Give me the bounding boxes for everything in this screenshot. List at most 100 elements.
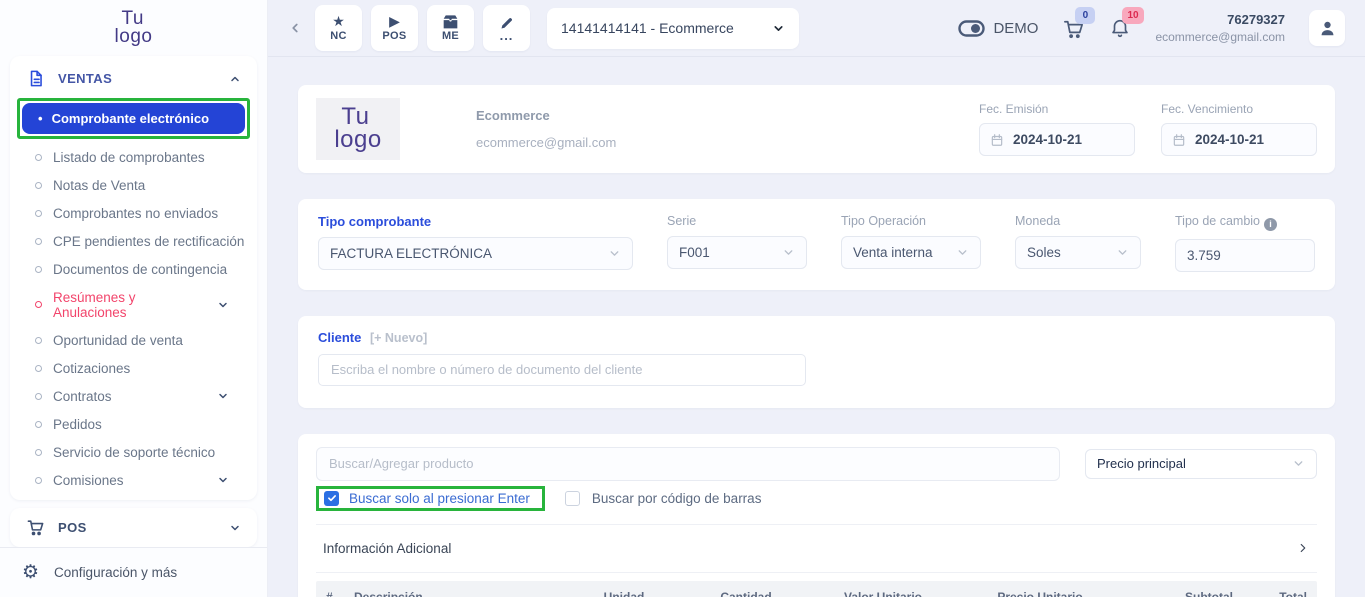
tipo-operacion-value: Venta interna xyxy=(853,245,933,260)
chevron-down-icon[interactable] xyxy=(217,299,229,311)
demo-toggle[interactable]: DEMO xyxy=(958,20,1038,37)
company-select[interactable]: 14141414141 - Ecommerce xyxy=(547,8,799,49)
chevron-up-icon[interactable] xyxy=(229,73,241,85)
sidebar-item-notas-de-venta[interactable]: Notas de Venta xyxy=(10,171,257,199)
chevron-down-icon xyxy=(1116,246,1129,259)
chevron-right-icon xyxy=(1296,541,1310,555)
company-email: ecommerce@gmail.com xyxy=(476,135,616,150)
column-header: Unidad xyxy=(563,590,685,597)
sidebar-item-label: Documentos de contingencia xyxy=(53,262,227,277)
due-date-field: Fec. Vencimiento 2024-10-21 xyxy=(1161,102,1317,156)
sidebar-item-documentos-contingencia[interactable]: Documentos de contingencia xyxy=(10,255,257,283)
sidebar-item-label: Cotizaciones xyxy=(53,361,130,376)
emission-date-field: Fec. Emisión 2024-10-21 xyxy=(979,102,1135,156)
chevron-down-icon xyxy=(608,247,621,260)
sidebar-section-label: VENTAS xyxy=(58,71,112,86)
user-email: ecommerce@gmail.com xyxy=(1155,29,1285,45)
sidebar-item-label: Configuración y más xyxy=(54,565,177,580)
sidebar-item-label: Pedidos xyxy=(53,417,102,432)
chevron-down-icon xyxy=(772,22,785,35)
circle-bullet-icon xyxy=(35,449,42,456)
sidebar-item-label: Oportunidad de venta xyxy=(53,333,183,348)
company-select-value: 14141414141 - Ecommerce xyxy=(561,20,734,36)
chevron-down-icon[interactable] xyxy=(229,522,241,534)
sidebar-item-comisiones[interactable]: Comisiones xyxy=(10,466,257,494)
barcode-search-checkbox[interactable] xyxy=(565,491,580,506)
search-options-row: Buscar solo al presionar Enter Buscar po… xyxy=(316,486,1317,511)
user-info: 76279327 ecommerce@gmail.com xyxy=(1155,11,1285,45)
back-chevron-button[interactable] xyxy=(288,21,302,35)
price-list-value: Precio principal xyxy=(1097,456,1186,471)
barcode-search-checkbox-label[interactable]: Buscar por código de barras xyxy=(592,491,762,506)
nc-button[interactable]: ★ NC xyxy=(315,5,362,51)
sidebar-item-label: CPE pendientes de rectificación xyxy=(53,234,244,249)
document-fields-card: Tipo comprobante FACTURA ELECTRÓNICA Ser… xyxy=(298,199,1335,290)
emission-date-input[interactable]: 2024-10-21 xyxy=(979,123,1135,156)
sidebar-item-cotizaciones[interactable]: Cotizaciones xyxy=(10,354,257,382)
emission-date-value: 2024-10-21 xyxy=(1013,132,1082,147)
sidebar-item-configuracion[interactable]: ⚙ Configuración y más xyxy=(0,547,267,597)
tipo-cambio-field: Tipo de cambioi xyxy=(1175,214,1315,272)
chevron-down-icon[interactable] xyxy=(217,474,229,486)
additional-info-row[interactable]: Información Adicional xyxy=(316,524,1317,573)
sidebar-item-contratos[interactable]: Contratos xyxy=(10,382,257,410)
logo-line2: logo xyxy=(115,28,153,46)
logo-line2: logo xyxy=(334,129,381,152)
sidebar-section-pos[interactable]: POS xyxy=(10,508,257,547)
sidebar-item-comprobantes-no-enviados[interactable]: Comprobantes no enviados xyxy=(10,199,257,227)
enter-search-checkbox[interactable] xyxy=(324,491,339,506)
due-date-input[interactable]: 2024-10-21 xyxy=(1161,123,1317,156)
moneda-select[interactable]: Soles xyxy=(1015,236,1141,269)
serie-select[interactable]: F001 xyxy=(667,236,807,269)
date-fields: Fec. Emisión 2024-10-21 Fec. Vencimiento… xyxy=(979,102,1317,156)
new-client-link[interactable]: [+ Nuevo] xyxy=(370,331,427,345)
app-logo[interactable]: Tu logo xyxy=(0,0,267,56)
cart-button[interactable]: 0 xyxy=(1062,17,1085,40)
sidebar-item-cpe-pendientes[interactable]: CPE pendientes de rectificación xyxy=(10,227,257,255)
sidebar-item-resumenes-anulaciones[interactable]: Resúmenes y Anulaciones xyxy=(10,283,257,326)
sidebar-item-pedidos[interactable]: Pedidos xyxy=(10,410,257,438)
sidebar-item-oportunidad-de-venta[interactable]: Oportunidad de venta xyxy=(10,326,257,354)
calendar-icon xyxy=(1172,133,1186,147)
circle-bullet-icon xyxy=(35,238,42,245)
sidebar-item-comprobante-electronico[interactable]: • Comprobante electrónico xyxy=(22,103,245,134)
sidebar-item-listado-de-comprobantes[interactable]: Listado de comprobantes xyxy=(10,143,257,171)
sidebar-item-label: Resúmenes y Anulaciones xyxy=(53,290,206,320)
moneda-value: Soles xyxy=(1027,245,1061,260)
bullet-icon: • xyxy=(38,111,43,126)
tipo-cambio-input[interactable] xyxy=(1175,239,1315,272)
product-search-row: Precio principal xyxy=(316,447,1317,481)
user-avatar-button[interactable] xyxy=(1309,10,1345,46)
pos-button[interactable]: ▶ POS xyxy=(371,5,418,51)
chevron-down-icon[interactable] xyxy=(217,390,229,402)
notifications-badge: 10 xyxy=(1122,7,1143,24)
topbar: ★ NC ▶ POS ME ... 14141414141 - Ecommerc… xyxy=(268,0,1365,57)
tipo-operacion-select[interactable]: Venta interna xyxy=(841,236,981,269)
sidebar-item-label: Listado de comprobantes xyxy=(53,150,205,165)
circle-bullet-icon xyxy=(35,421,42,428)
column-header: Descripción xyxy=(354,590,563,597)
serie-value: F001 xyxy=(679,245,710,260)
circle-bullet-icon xyxy=(35,182,42,189)
chevron-left-icon xyxy=(288,21,302,35)
chevron-down-icon xyxy=(1292,457,1305,470)
notifications-button[interactable]: 10 xyxy=(1109,17,1131,39)
me-button[interactable]: ME xyxy=(427,5,474,51)
ventas-menu-card: VENTAS • Comprobante electrónico Listado… xyxy=(10,56,257,500)
serie-field: Serie F001 xyxy=(667,214,807,272)
moneda-label: Moneda xyxy=(1015,214,1141,228)
tipo-comprobante-select[interactable]: FACTURA ELECTRÓNICA xyxy=(318,237,633,270)
edit-more-button[interactable]: ... xyxy=(483,5,530,51)
column-header: Subtotal xyxy=(1121,590,1233,597)
client-search-input[interactable] xyxy=(318,354,806,386)
column-header: Total xyxy=(1233,590,1307,597)
tipo-operacion-field: Tipo Operación Venta interna xyxy=(841,214,981,272)
product-search-input[interactable] xyxy=(316,447,1060,481)
enter-search-checkbox-label[interactable]: Buscar solo al presionar Enter xyxy=(349,491,530,506)
sidebar-item-soporte-tecnico[interactable]: Servicio de soporte técnico xyxy=(10,438,257,466)
sidebar-item-label: Notas de Venta xyxy=(53,178,145,193)
price-list-select[interactable]: Precio principal xyxy=(1085,449,1317,479)
gear-icon: ⚙ xyxy=(22,563,39,582)
document-icon xyxy=(26,69,45,88)
sidebar-section-ventas[interactable]: VENTAS xyxy=(10,60,257,96)
